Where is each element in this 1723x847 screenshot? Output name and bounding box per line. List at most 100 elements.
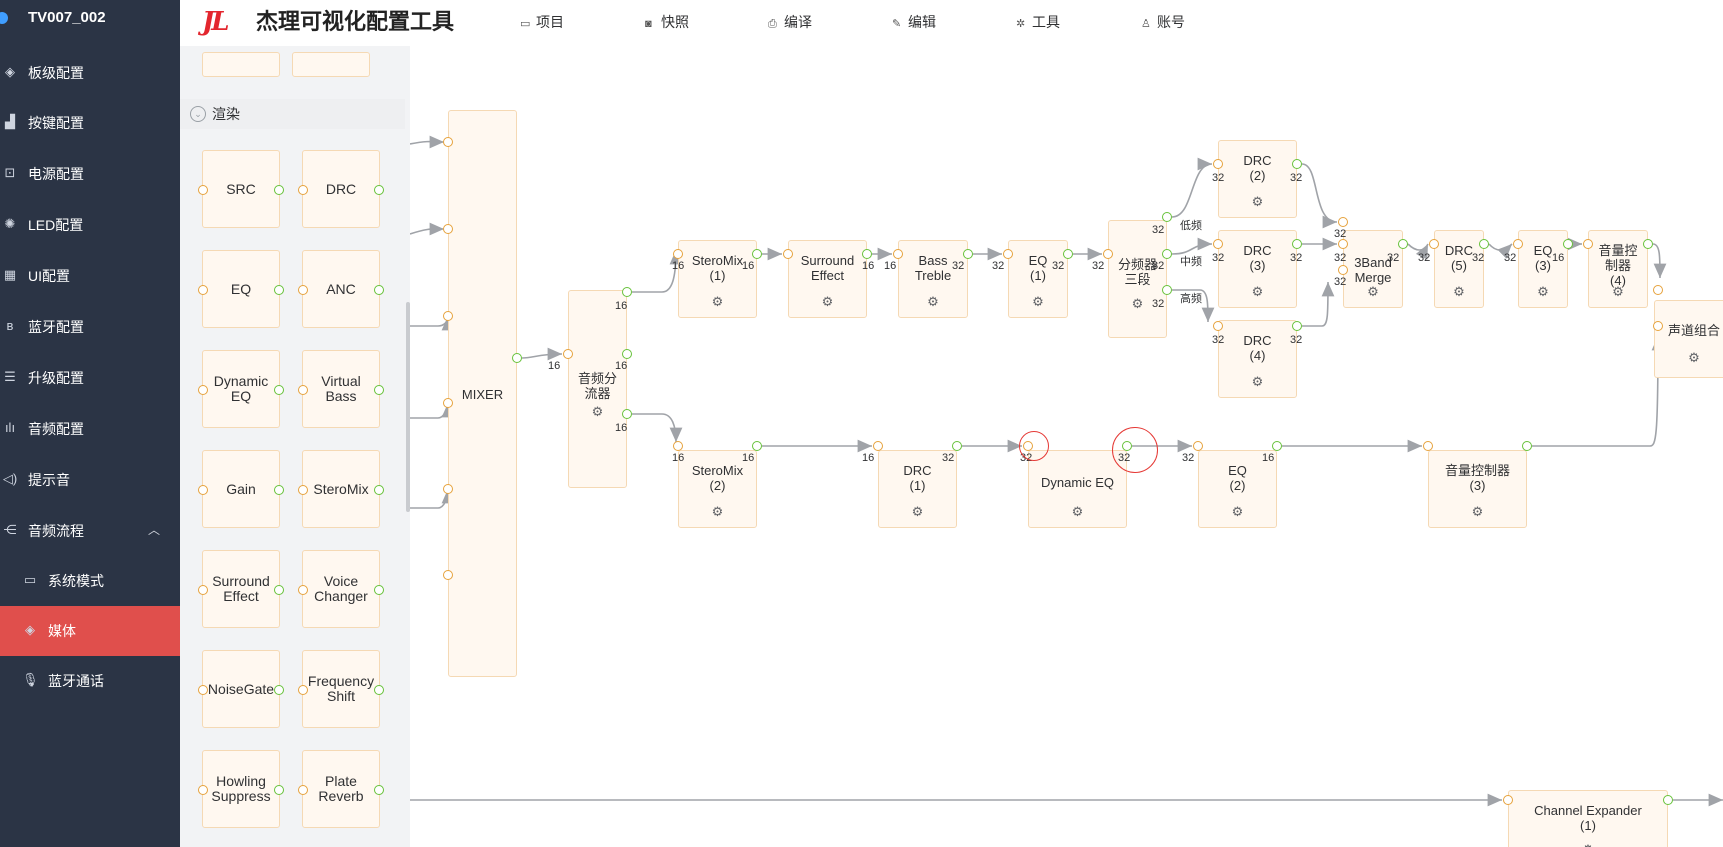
nav-user[interactable]: ♙ 账号 [1141,13,1185,31]
flow-node-eq1[interactable]: EQ (1) ⚙ [1008,240,1068,318]
palette-card[interactable]: ANC [298,250,384,328]
input-port[interactable] [443,137,453,147]
output-port[interactable] [274,585,284,595]
flow-node-splitter[interactable]: 音频分 流器 ⚙ [568,290,627,488]
output-port[interactable] [1292,239,1302,249]
palette-card[interactable]: Frequency Shift [298,650,384,728]
input-port[interactable] [1213,321,1223,331]
input-port[interactable] [1583,239,1593,249]
input-port[interactable] [1338,239,1348,249]
palette-card[interactable]: Howling Suppress [198,750,284,828]
output-port[interactable] [374,285,384,295]
input-port[interactable] [1338,265,1348,275]
flow-node-drc5[interactable]: DRC (5) ⚙ [1434,230,1484,308]
input-port[interactable] [443,224,453,234]
input-port[interactable] [198,385,208,395]
sidebar-item-9[interactable]: ◁) 提示音 [0,453,180,509]
output-port[interactable] [374,585,384,595]
palette-card-partial[interactable] [202,52,280,77]
nav-pen[interactable]: ✎ 编辑 [892,13,936,31]
gear-icon[interactable]: ⚙ [1251,285,1265,299]
output-port[interactable] [952,441,962,451]
flow-node-dyneq[interactable]: Dynamic EQ ⚙ [1028,450,1127,528]
input-port[interactable] [1003,249,1013,259]
output-port[interactable] [374,685,384,695]
flow-node-mixer[interactable]: MIXER [448,110,517,677]
input-port[interactable] [783,249,793,259]
flow-node-basstreble[interactable]: Bass Treble ⚙ [898,240,968,318]
palette-card-partial[interactable] [292,52,370,77]
output-port[interactable] [1162,212,1172,222]
flow-node-surround[interactable]: Surround Effect ⚙ [788,240,867,318]
input-port[interactable] [1213,159,1223,169]
output-port[interactable] [1292,159,1302,169]
input-port[interactable] [298,685,308,695]
palette-card[interactable]: Surround Effect [198,550,284,628]
output-port[interactable] [274,485,284,495]
input-port[interactable] [298,585,308,595]
output-port[interactable] [1522,441,1532,451]
flow-node-drc4[interactable]: DRC (4) ⚙ [1218,320,1297,398]
input-port[interactable] [1653,285,1663,295]
gear-icon[interactable]: ⚙ [1536,285,1550,299]
sidebar-subitem-3[interactable]: 🎙 蓝牙通话 [0,656,180,706]
sidebar-item-7[interactable]: ☰ 升级配置 [0,351,180,407]
gear-icon[interactable]: ⚙ [1581,843,1595,847]
input-port[interactable] [298,785,308,795]
output-port[interactable] [512,353,522,363]
output-port[interactable] [862,249,872,259]
input-port[interactable] [298,485,308,495]
input-port[interactable] [1193,441,1203,451]
flow-node-drc3[interactable]: DRC (3) ⚙ [1218,230,1297,308]
gear-icon[interactable]: ⚙ [711,295,725,309]
gear-icon[interactable]: ⚙ [1251,375,1265,389]
input-port[interactable] [873,441,883,451]
input-port[interactable] [198,185,208,195]
palette-card[interactable]: DRC [298,150,384,228]
input-port[interactable] [1338,217,1348,227]
output-port[interactable] [1162,249,1172,259]
input-port[interactable] [1653,321,1663,331]
input-port[interactable] [198,785,208,795]
gear-icon[interactable]: ⚙ [821,295,835,309]
palette-group-render[interactable]: ⌄ 渲染 [180,99,405,129]
palette-card[interactable]: Gain [198,450,284,528]
output-port[interactable] [1663,795,1673,805]
gear-icon[interactable]: ⚙ [1687,351,1701,365]
palette-card[interactable]: Plate Reverb [298,750,384,828]
palette-card[interactable]: Voice Changer [298,550,384,628]
gear-icon[interactable]: ⚙ [1231,505,1245,519]
input-port[interactable] [443,398,453,408]
nav-folder[interactable]: ▭ 项目 [520,13,564,31]
sidebar-subitem-1[interactable]: ▭ 系统模式 [0,556,180,606]
sidebar-subitem-2[interactable]: ◈ 媒体 [0,606,180,656]
nav-tools[interactable]: ✲ 工具 [1016,13,1060,31]
input-port[interactable] [673,441,683,451]
output-port[interactable] [1398,239,1408,249]
sidebar-item-2[interactable]: ▟ 按键配置 [0,96,180,152]
input-port[interactable] [1423,441,1433,451]
input-port[interactable] [563,349,573,359]
input-port[interactable] [1103,249,1113,259]
input-port[interactable] [893,249,903,259]
input-port[interactable] [298,385,308,395]
input-port[interactable] [198,285,208,295]
nav-camera[interactable]: ◙ 快照 [645,13,689,31]
input-port[interactable] [1513,239,1523,249]
input-port[interactable] [673,249,683,259]
output-port[interactable] [752,249,762,259]
palette-card[interactable]: Dynamic EQ [198,350,284,428]
input-port[interactable] [443,570,453,580]
gear-icon[interactable]: ⚙ [1366,285,1380,299]
gear-icon[interactable]: ⚙ [591,405,605,419]
input-port[interactable] [1503,795,1513,805]
output-port[interactable] [963,249,973,259]
output-port[interactable] [374,785,384,795]
input-port[interactable] [298,285,308,295]
gear-icon[interactable]: ⚙ [1611,285,1625,299]
flow-node-chcombine[interactable]: 声道组合 ⚙ [1654,300,1723,378]
gear-icon[interactable]: ⚙ [911,505,925,519]
output-port[interactable] [1063,249,1073,259]
flow-node-vol3[interactable]: 音量控制器 (3) ⚙ [1428,450,1527,528]
flow-node-drc2[interactable]: DRC (2) ⚙ [1218,140,1297,218]
